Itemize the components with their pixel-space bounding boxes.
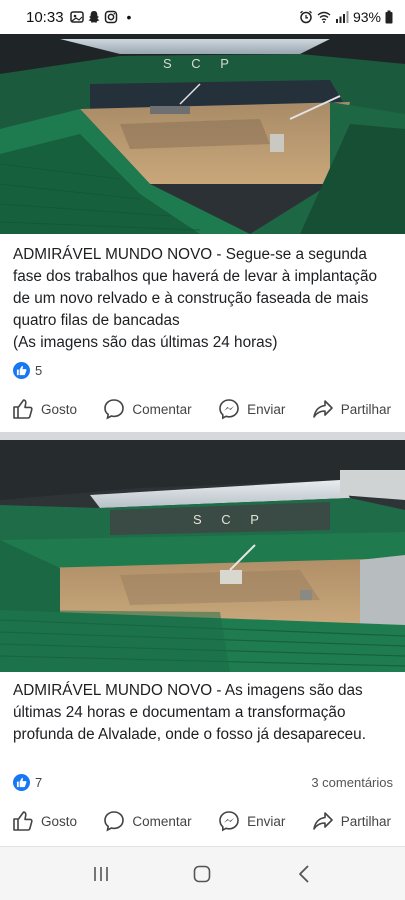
post-2-share-button[interactable]: Partilhar (312, 810, 391, 832)
post-1-stadium-lettering: S C P (163, 56, 237, 71)
post-1-comment-button[interactable]: Comentar (103, 398, 192, 420)
like-reaction-icon (13, 773, 30, 791)
comment-label: Comentar (132, 401, 192, 417)
like-label: Gosto (41, 813, 78, 829)
status-right: 93% (299, 9, 393, 25)
post-2-like-button[interactable]: Gosto (12, 810, 77, 832)
comment-bubble-icon (104, 399, 125, 420)
send-label: Enviar (247, 813, 286, 829)
status-dot: • (126, 9, 132, 25)
status-left: 10:33 • (26, 9, 131, 26)
snapchat-icon (88, 11, 100, 23)
instagram-icon (104, 10, 117, 24)
post-2-comment-button[interactable]: Comentar (103, 810, 192, 832)
share-label: Partilhar (340, 813, 391, 829)
notification-icons: • (69, 9, 132, 25)
recents-icon (94, 866, 108, 881)
post-1-like-button[interactable]: Gosto (12, 398, 77, 420)
alarm-icon (300, 10, 312, 24)
like-reaction-icon (13, 361, 30, 379)
facebook-feed-screen: 10:33 • 93% S C P ADMIRÁVEL MUNDO NOVO -… (0, 0, 405, 900)
post-2-comment-count[interactable]: 3 comentários (311, 775, 393, 790)
thumbs-up-icon (13, 811, 33, 831)
post-2-send-button[interactable]: Enviar (218, 810, 285, 832)
back-button[interactable] (284, 854, 324, 894)
post-2-text: ADMIRÁVEL MUNDO NOVO - As imagens são da… (13, 682, 366, 743)
thumbs-up-icon (13, 399, 33, 419)
battery-icon (385, 10, 393, 24)
post-2-like-count: 7 (35, 774, 43, 790)
status-bar: 10:33 • 93% (0, 0, 405, 34)
wifi-icon (317, 11, 331, 23)
signal-icon (335, 11, 349, 23)
back-icon (299, 864, 309, 883)
share-label: Partilhar (340, 401, 391, 417)
send-label: Enviar (247, 401, 286, 417)
post-1-share-button[interactable]: Partilhar (312, 398, 391, 420)
post-1-action-bar: Gosto Comentar Enviar Partilhar (0, 390, 405, 428)
post-1-photo[interactable]: S C P (0, 34, 405, 234)
home-button[interactable] (182, 854, 222, 894)
post-separator (0, 432, 405, 440)
post-2-reactions[interactable]: 7 3 comentários (13, 772, 393, 792)
recents-button[interactable] (81, 854, 121, 894)
messenger-icon (219, 811, 239, 832)
post-1-reactions[interactable]: 5 (13, 360, 393, 380)
comment-bubble-icon (104, 811, 125, 832)
share-arrow-icon (312, 812, 333, 830)
post-1-text: ADMIRÁVEL MUNDO NOVO - Segue-se a segund… (13, 246, 377, 351)
home-icon (194, 865, 211, 882)
android-nav-bar (0, 846, 405, 900)
battery-percent: 93% (352, 9, 381, 25)
comment-label: Comentar (132, 813, 192, 829)
share-arrow-icon (312, 400, 333, 418)
post-2-stadium-lettering: S C P (193, 512, 267, 527)
messenger-icon (219, 399, 239, 420)
status-time: 10:33 (26, 8, 64, 26)
post-1-like-count: 5 (35, 362, 43, 378)
post-2-photo[interactable]: S C P (0, 440, 405, 672)
photos-icon (69, 11, 84, 23)
post-1-send-button[interactable]: Enviar (218, 398, 285, 420)
post-2-action-bar: Gosto Comentar Enviar Partilhar (0, 802, 405, 840)
like-label: Gosto (41, 401, 78, 417)
